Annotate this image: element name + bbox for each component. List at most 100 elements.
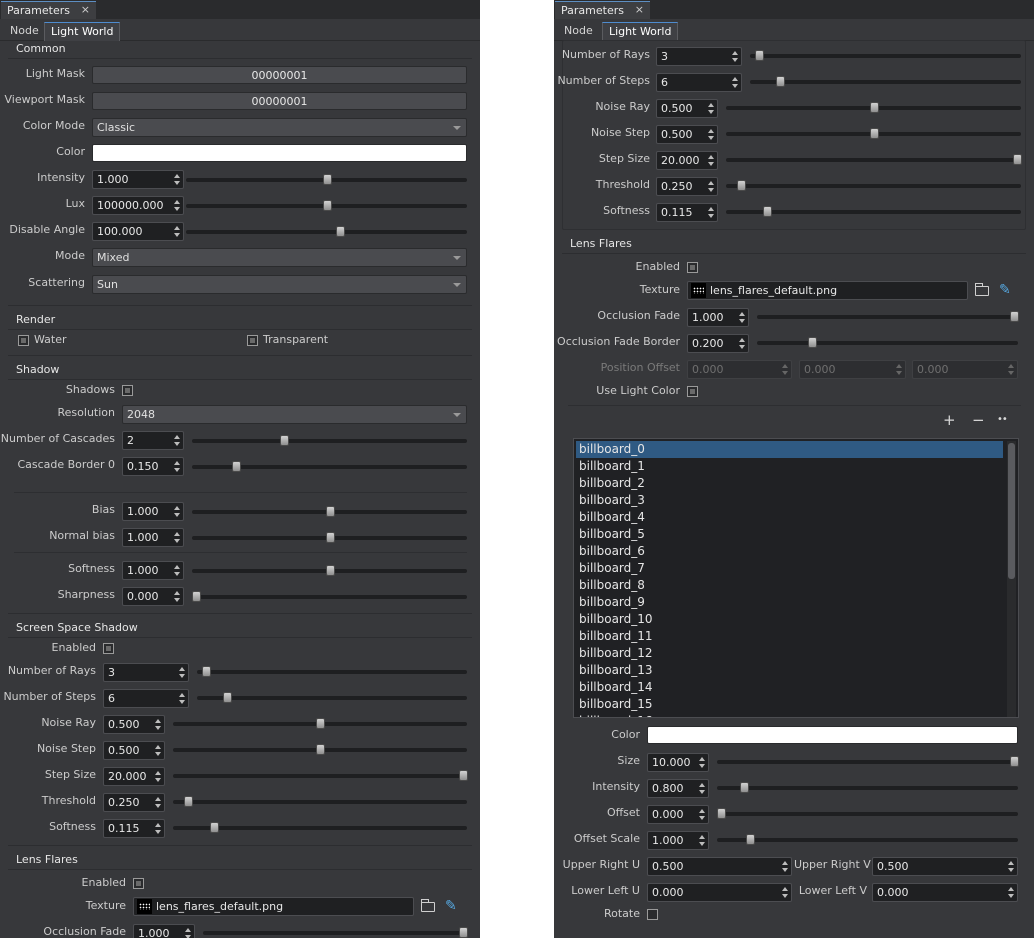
slider-handle[interactable] xyxy=(869,102,879,113)
spin-up-icon[interactable] xyxy=(1008,861,1014,865)
offset-scale-spinbox[interactable]: 1.000 xyxy=(647,831,709,850)
lens-color-swatch[interactable] xyxy=(647,726,1018,744)
list-item[interactable]: billboard_15 xyxy=(576,696,999,713)
spin-down-icon[interactable] xyxy=(155,830,161,834)
size-spinbox[interactable]: 10.000 xyxy=(647,753,709,772)
sss-rays-spinbox[interactable]: 3 xyxy=(656,47,742,66)
scrollbar-thumb[interactable] xyxy=(1008,443,1015,579)
spin-up-icon[interactable] xyxy=(155,823,161,827)
list-item[interactable]: billboard_7 xyxy=(576,560,999,577)
slider-handle[interactable] xyxy=(210,822,220,833)
normal-bias-spinbox[interactable]: 1.000 xyxy=(122,528,184,547)
disable-angle-slider[interactable] xyxy=(186,225,467,239)
spin-down-icon[interactable] xyxy=(732,58,738,62)
spin-down-icon[interactable] xyxy=(174,181,180,185)
slider-handle[interactable] xyxy=(1010,311,1019,322)
sss-enabled-checkbox[interactable] xyxy=(103,643,114,654)
slider-handle[interactable] xyxy=(184,796,194,807)
lower-left-u-spinbox[interactable]: 0.000 xyxy=(647,883,792,902)
sss-rays-slider[interactable] xyxy=(750,49,1021,63)
close-icon[interactable]: × xyxy=(635,3,644,16)
sss-noise-step-slider[interactable] xyxy=(173,743,467,757)
sharpness-spinbox[interactable]: 0.000 xyxy=(122,587,184,606)
list-item[interactable]: billboard_6 xyxy=(576,543,999,560)
close-icon[interactable]: × xyxy=(81,3,90,16)
spin-up-icon[interactable] xyxy=(739,312,745,316)
spin-up-icon[interactable] xyxy=(174,506,180,510)
spin-down-icon[interactable] xyxy=(699,816,705,820)
slider-handle[interactable] xyxy=(763,206,773,217)
spin-down-icon[interactable] xyxy=(1008,868,1014,872)
spin-up-icon[interactable] xyxy=(699,809,705,813)
list-item[interactable]: billboard_11 xyxy=(576,628,999,645)
more-icon[interactable]: •• xyxy=(997,412,1008,428)
spin-up-icon[interactable] xyxy=(708,207,714,211)
sss-step-size-slider[interactable] xyxy=(173,769,468,783)
sss-steps-slider[interactable] xyxy=(197,691,467,705)
shadows-checkbox[interactable] xyxy=(122,385,133,396)
spin-up-icon[interactable] xyxy=(174,174,180,178)
list-item[interactable]: billboard_9 xyxy=(576,594,999,611)
billboard-list[interactable]: billboard_0 billboard_1 billboard_2 billboa… xyxy=(573,438,1019,718)
add-icon[interactable]: + xyxy=(943,412,956,428)
folder-icon[interactable] xyxy=(421,899,435,912)
sss-noise-step-spinbox[interactable]: 0.500 xyxy=(656,125,718,144)
spin-down-icon[interactable] xyxy=(708,136,714,140)
sss-threshold-spinbox[interactable]: 0.250 xyxy=(656,177,718,196)
edit-icon[interactable]: ✎ xyxy=(999,282,1011,298)
spin-down-icon[interactable] xyxy=(174,233,180,237)
spin-down-icon[interactable] xyxy=(155,804,161,808)
list-item[interactable]: billboard_16 xyxy=(576,713,999,717)
spin-up-icon[interactable] xyxy=(185,928,191,932)
lens-enabled-checkbox[interactable] xyxy=(687,262,698,273)
slider-handle[interactable] xyxy=(325,532,335,543)
section-header-shadow[interactable]: Shadow xyxy=(16,361,59,379)
edit-icon[interactable]: ✎ xyxy=(445,898,457,914)
slider-handle[interactable] xyxy=(325,565,335,576)
sss-steps-spinbox[interactable]: 6 xyxy=(103,689,189,708)
spin-down-icon[interactable] xyxy=(155,752,161,756)
sss-noise-step-slider[interactable] xyxy=(726,127,1021,141)
list-scrollbar[interactable] xyxy=(1007,441,1016,717)
window-tab-parameters[interactable]: Parameters × xyxy=(555,1,650,19)
window-tab-parameters[interactable]: Parameters × xyxy=(1,1,96,19)
sss-steps-spinbox[interactable]: 6 xyxy=(656,73,742,92)
tab-light-world[interactable]: Light World xyxy=(602,22,679,41)
intensity-spinbox[interactable]: 1.000 xyxy=(92,170,184,189)
slider-handle[interactable] xyxy=(280,435,290,446)
spin-down-icon[interactable] xyxy=(739,319,745,323)
normal-bias-slider[interactable] xyxy=(192,531,467,545)
spin-up-icon[interactable] xyxy=(174,591,180,595)
spin-up-icon[interactable] xyxy=(179,693,185,697)
lens-enabled-checkbox[interactable] xyxy=(133,878,144,889)
slider-handle[interactable] xyxy=(1013,154,1022,165)
softness-slider[interactable] xyxy=(192,564,467,578)
slider-handle[interactable] xyxy=(322,200,332,211)
spin-down-icon[interactable] xyxy=(782,894,788,898)
list-item[interactable]: billboard_4 xyxy=(576,509,999,526)
cascades-slider[interactable] xyxy=(192,434,467,448)
spin-up-icon[interactable] xyxy=(174,200,180,204)
section-header-lens-flares[interactable]: Lens Flares xyxy=(570,235,632,253)
tab-node[interactable]: Node xyxy=(558,22,599,41)
sss-steps-slider[interactable] xyxy=(750,75,1021,89)
list-item[interactable]: billboard_5 xyxy=(576,526,999,543)
spin-up-icon[interactable] xyxy=(732,51,738,55)
sss-threshold-spinbox[interactable]: 0.250 xyxy=(103,793,165,812)
slider-handle[interactable] xyxy=(746,834,756,845)
upper-right-u-spinbox[interactable]: 0.500 xyxy=(647,857,792,876)
sss-noise-step-spinbox[interactable]: 0.500 xyxy=(103,741,165,760)
spin-up-icon[interactable] xyxy=(708,129,714,133)
disable-angle-spinbox[interactable]: 100.000 xyxy=(92,222,184,241)
spin-up-icon[interactable] xyxy=(699,783,705,787)
spin-down-icon[interactable] xyxy=(174,513,180,517)
sss-rays-spinbox[interactable]: 3 xyxy=(103,663,189,682)
occlusion-fade-slider[interactable] xyxy=(203,926,468,938)
sss-softness-slider[interactable] xyxy=(726,205,1021,219)
spin-up-icon[interactable] xyxy=(732,77,738,81)
spin-up-icon[interactable] xyxy=(699,757,705,761)
occlusion-fade-slider[interactable] xyxy=(757,310,1019,324)
spin-down-icon[interactable] xyxy=(179,700,185,704)
spin-down-icon[interactable] xyxy=(179,674,185,678)
slider-handle[interactable] xyxy=(459,927,468,938)
